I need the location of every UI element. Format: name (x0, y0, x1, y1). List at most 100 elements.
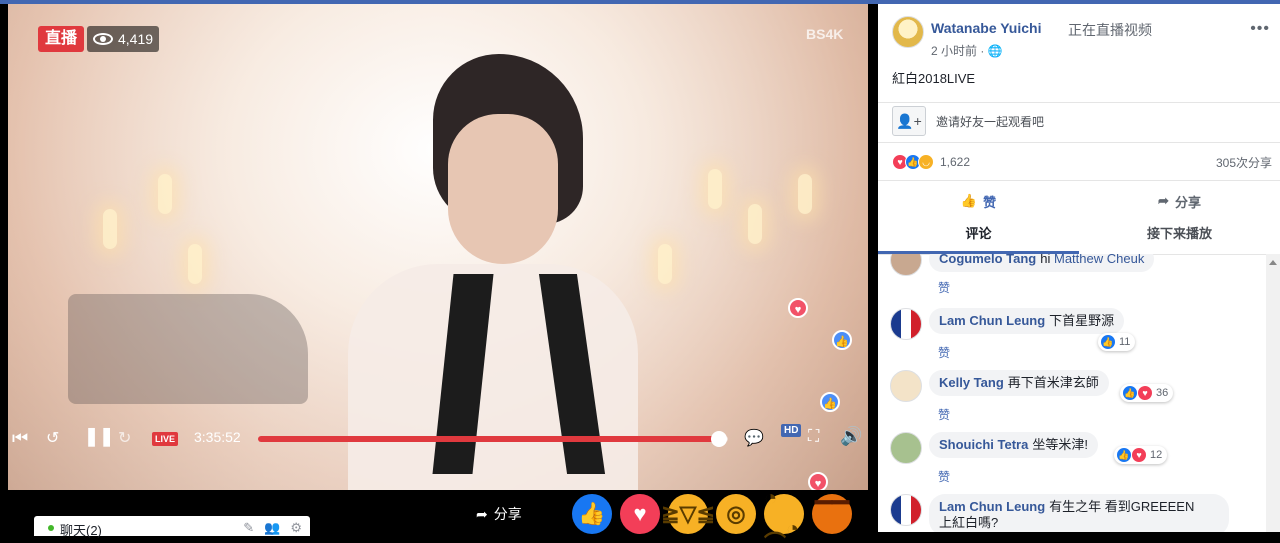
online-status-icon (48, 525, 54, 531)
commenter-avatar[interactable] (890, 370, 922, 402)
comment-item: Kelly Tang 再下首米津玄師 👍 ♥ 36 赞 (890, 370, 1260, 426)
eye-icon (93, 33, 113, 45)
video-player[interactable]: 直播 4,419 BS4K ♥ 👍 👍 ♥ ⏮ ↺ ❚❚ ↻ LIVE 3:35… (0, 4, 878, 490)
like-reaction-icon[interactable]: 👍 (572, 494, 612, 534)
chat-tab[interactable]: 聊天(2) ✎ 👥 ⚙ (34, 516, 310, 538)
reaction-bar: 👍 ♥ ≧▽≦ ◎ ◔︵◔ ▔▔ (572, 485, 852, 541)
video-bottom-bar: 聊天(2) ✎ 👥 ⚙ ➦ 分享 👍 ♥ ≧▽≦ ◎ ◔︵◔ ▔▔ (0, 485, 878, 541)
piano-silhouette (68, 294, 308, 404)
angry-reaction-icon[interactable]: ▔▔ (812, 494, 852, 534)
reaction-stats[interactable]: ♥ 👍 ◡ 1,622 305次分享 (892, 152, 1272, 172)
fullscreen-icon[interactable]: ⛶ (808, 428, 819, 446)
share-arrow-icon: ➦ (476, 505, 488, 522)
sad-reaction-icon[interactable]: ◔︵◔ (764, 485, 804, 541)
progress-bar[interactable] (258, 431, 728, 447)
love-mini-icon: ♥ (1137, 385, 1153, 401)
progress-knob[interactable] (710, 431, 727, 447)
share-button[interactable]: ➦ 分享 (1079, 184, 1280, 218)
scroll-up-icon[interactable] (1269, 260, 1277, 265)
commenter-avatar[interactable] (890, 254, 922, 276)
globe-icon: 🌐 (987, 44, 1003, 58)
chat-label: 聊天(2) (60, 523, 102, 538)
panel-tabs: 评论 接下来播放 (878, 218, 1280, 254)
group-icon[interactable]: 👥 (264, 520, 280, 536)
comment-bubble: Lam Chun Leung 下首星野源 (929, 308, 1125, 334)
forward-10-icon[interactable]: ↻ (118, 428, 131, 448)
viewer-count-badge: 4,419 (87, 26, 160, 52)
wow-reaction-icon[interactable]: ◎ (716, 494, 756, 534)
tab-up-next[interactable]: 接下来播放 (1079, 218, 1280, 254)
comment-list: Cogumelo Tang hi Matthew Cheuk 赞 Lam Chun… (878, 254, 1266, 532)
commenter-name[interactable]: Shouichi Tetra (939, 437, 1028, 452)
share-video-label: 分享 (493, 506, 522, 522)
post-panel: Watanabe Yuichi 正在直播视频 2 小时前 · 🌐 ••• 紅白2… (878, 4, 1280, 532)
post-time[interactable]: 2 小时前 · 🌐 (931, 42, 1003, 59)
comment-bubble: Kelly Tang 再下首米津玄師 (929, 370, 1109, 396)
mention-link[interactable]: Matthew Cheuk (1054, 254, 1144, 266)
invite-friends-row[interactable]: 👤+ 邀请好友一起观看吧 (892, 106, 1264, 136)
poster-name[interactable]: Watanabe Yuichi (931, 20, 1041, 36)
like-button[interactable]: 👍 赞 (878, 184, 1079, 218)
invite-text: 邀请好友一起观看吧 (936, 114, 1045, 129)
comment-scrollbar[interactable] (1266, 254, 1280, 532)
tab-comments[interactable]: 评论 (878, 218, 1079, 254)
live-badge: 直播 (38, 26, 85, 52)
comment-reaction-count[interactable]: 👍 ♥ 12 (1114, 446, 1168, 464)
haha-reaction-icon[interactable]: ≧▽≦ (661, 494, 715, 534)
compose-icon[interactable]: ✎ (243, 520, 254, 536)
share-icon: ➦ (1158, 193, 1169, 208)
haha-mini-icon: ◡ (918, 154, 934, 170)
divider (878, 142, 1280, 143)
commenter-avatar[interactable] (890, 432, 922, 464)
gear-icon[interactable]: ⚙ (290, 520, 302, 536)
comment-reaction-count[interactable]: 👍 ♥ 36 (1120, 384, 1174, 402)
viewer-count: 4,419 (118, 31, 154, 47)
love-mini-icon: ♥ (1131, 447, 1147, 463)
commenter-name[interactable]: Lam Chun Leung (939, 499, 1045, 514)
poster-avatar[interactable] (892, 16, 924, 48)
comment-like-link[interactable]: 赞 (938, 279, 950, 296)
share-video-button[interactable]: ➦ 分享 (476, 504, 522, 524)
floating-like-icon: 👍 (832, 330, 852, 350)
poster-action: 正在直播视频 (1068, 22, 1152, 38)
live-chip[interactable]: LIVE (152, 432, 179, 446)
comment-item: Lam Chun Leung 有生之年 看到GREEEEN 上紅白嗎? (890, 494, 1260, 532)
comment-bubble: Cogumelo Tang hi Matthew Cheuk (929, 254, 1155, 272)
comment-like-link[interactable]: 赞 (938, 344, 950, 361)
comment-bubble: Shouichi Tetra 坐等米津! (929, 432, 1098, 458)
player-controls: ⏮ ↺ ❚❚ ↻ LIVE 3:35:52 💬 HD ⛶ 🔊 (8, 422, 868, 458)
like-mini-icon: 👍 (1100, 334, 1116, 350)
like-mini-icon: 👍 (1116, 447, 1132, 463)
rewind-10-icon[interactable]: ↺ (46, 428, 59, 448)
volume-icon[interactable]: 🔊 (840, 426, 862, 447)
more-options-icon[interactable]: ••• (1250, 20, 1270, 38)
commenter-avatar[interactable] (890, 308, 922, 340)
captions-icon[interactable]: 💬 (744, 428, 764, 448)
pause-button[interactable]: ❚❚ (84, 426, 114, 447)
comment-item: Shouichi Tetra 坐等米津! 👍 ♥ 12 赞 (890, 432, 1260, 488)
share-count[interactable]: 305次分享 (1216, 154, 1272, 171)
divider (878, 180, 1280, 181)
floating-love-icon: ♥ (788, 298, 808, 318)
video-frame[interactable] (8, 4, 868, 490)
floating-like-icon: 👍 (820, 392, 840, 412)
comment-reaction-count[interactable]: 👍 11 (1098, 333, 1136, 351)
commenter-avatar[interactable] (890, 494, 922, 526)
divider (878, 102, 1280, 103)
add-friend-icon[interactable]: 👤+ (892, 106, 926, 136)
thumbs-up-icon: 👍 (960, 193, 978, 208)
commenter-name[interactable]: Lam Chun Leung (939, 313, 1045, 328)
skip-back-icon[interactable]: ⏮ (12, 428, 28, 449)
love-reaction-icon[interactable]: ♥ (620, 494, 660, 534)
comment-like-link[interactable]: 赞 (938, 406, 950, 423)
post-text: 紅白2018LIVE (892, 71, 976, 86)
commenter-name[interactable]: Cogumelo Tang (939, 254, 1036, 266)
commenter-name[interactable]: Kelly Tang (939, 375, 1004, 390)
hd-settings-button[interactable]: HD (781, 424, 802, 437)
reaction-count[interactable]: 1,622 (940, 155, 970, 169)
post-header: Watanabe Yuichi 正在直播视频 2 小时前 · 🌐 ••• (892, 16, 1272, 58)
comment-item: Lam Chun Leung 下首星野源 👍 11 赞 (890, 308, 1260, 364)
floating-love-icon: ♥ (808, 472, 828, 490)
like-mini-icon: 👍 (1122, 385, 1138, 401)
comment-like-link[interactable]: 赞 (938, 468, 950, 485)
